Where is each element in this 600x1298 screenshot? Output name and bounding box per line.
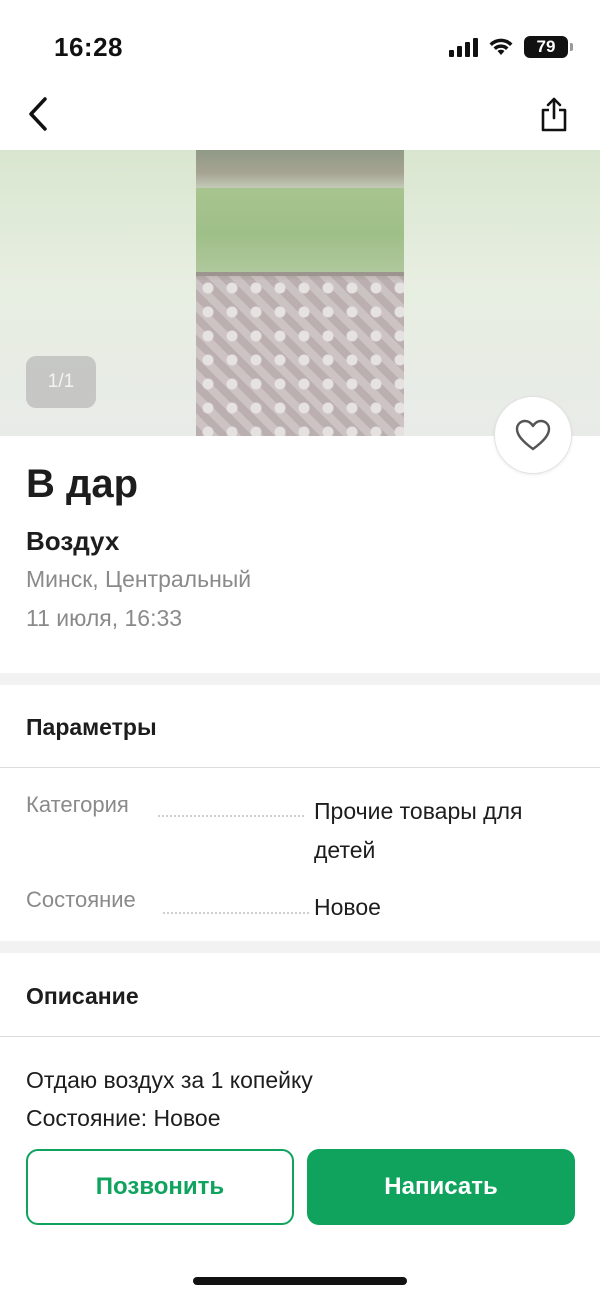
- photo-gallery[interactable]: 1/1: [0, 150, 600, 436]
- call-button[interactable]: Позвонить: [26, 1149, 294, 1225]
- listing-subtitle: Воздух: [26, 526, 120, 556]
- param-label-category: Категория: [26, 792, 129, 817]
- param-value-condition: Новое: [314, 894, 381, 920]
- battery-icon: 79: [524, 36, 573, 58]
- param-value-category: Прочие товары для детей: [314, 792, 574, 870]
- home-indicator: [193, 1277, 407, 1285]
- wifi-icon: [489, 38, 513, 55]
- description-line: Состояние: Новое: [26, 1105, 221, 1131]
- listing-photo[interactable]: [196, 150, 404, 436]
- parameters-heading: Параметры: [26, 714, 157, 740]
- status-bar: 16:28 79: [0, 0, 600, 90]
- param-leader-dots: [163, 912, 309, 914]
- section-divider: [0, 941, 600, 953]
- photo-lawn: [196, 188, 404, 280]
- param-leader-dots: [158, 815, 304, 817]
- listing-location: Минск, Центральный: [26, 566, 252, 592]
- share-button[interactable]: [534, 92, 574, 136]
- write-message-button[interactable]: Написать: [307, 1149, 575, 1225]
- listing-title: В дар: [26, 462, 139, 506]
- section-divider: [0, 673, 600, 685]
- signal-icon: [449, 37, 478, 57]
- description-line: Отдаю воздух за 1 копейку: [26, 1067, 313, 1093]
- divider: [0, 767, 600, 768]
- param-label-condition: Состояние: [26, 887, 136, 912]
- param-value-category-line2: детей: [314, 837, 376, 863]
- photo-fence: [196, 150, 404, 188]
- favorite-button[interactable]: [494, 396, 572, 474]
- divider: [0, 1036, 600, 1037]
- chevron-left-icon: [29, 97, 47, 131]
- listing-date: 11 июля, 16:33: [26, 605, 183, 631]
- status-time: 16:28: [54, 32, 123, 62]
- status-icons: 79: [449, 36, 573, 58]
- param-value-category-line1: Прочие товары для: [314, 798, 523, 824]
- heart-outline-icon: [515, 419, 551, 451]
- description-heading: Описание: [26, 983, 139, 1009]
- back-button[interactable]: [18, 92, 58, 136]
- battery-level: 79: [536, 37, 556, 56]
- share-icon: [541, 97, 567, 132]
- photo-counter: 1/1: [26, 356, 96, 408]
- nav-bar: [0, 90, 600, 150]
- photo-pavement: [196, 276, 404, 436]
